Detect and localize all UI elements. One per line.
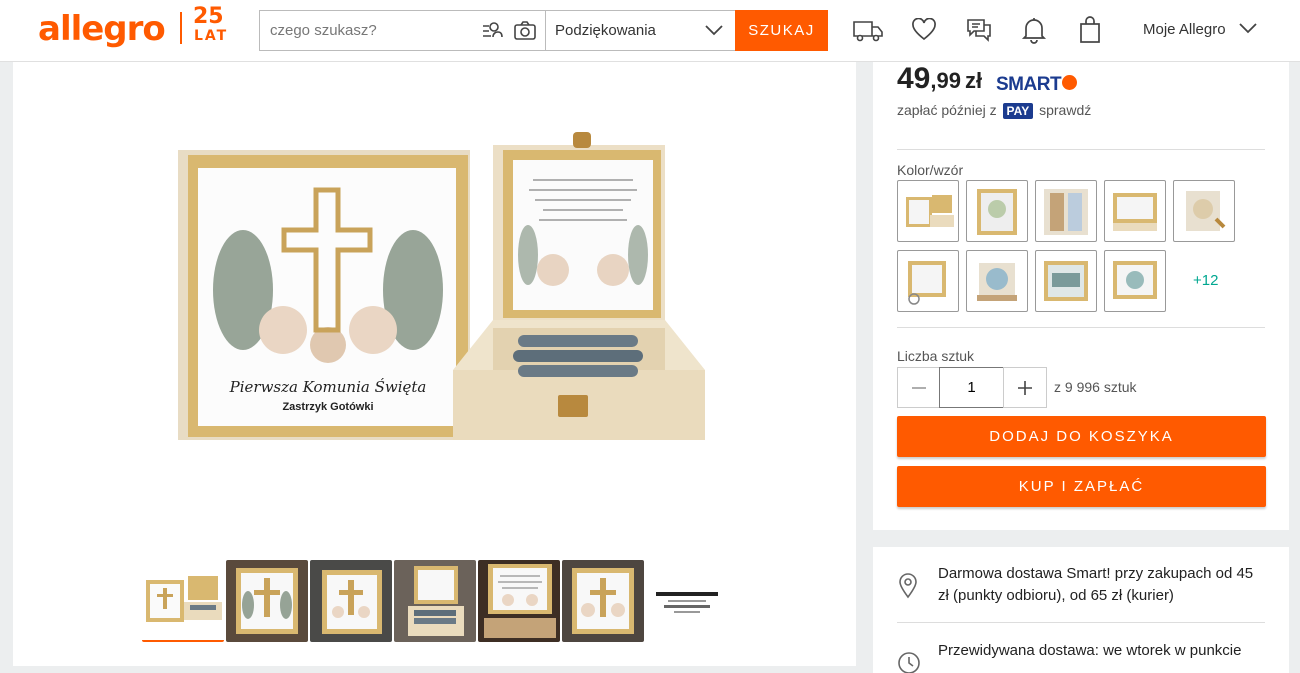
shopping-bag-icon[interactable] <box>1074 14 1106 46</box>
category-selected-label: Podziękowania <box>555 22 656 39</box>
search-history-icon[interactable] <box>480 19 504 43</box>
camera-icon[interactable] <box>512 19 538 43</box>
divider <box>897 327 1265 328</box>
messages-icon[interactable] <box>963 14 995 46</box>
variant-option-9[interactable] <box>1104 250 1166 312</box>
thumbnail-7[interactable] <box>646 560 728 642</box>
variant-option-2[interactable] <box>966 180 1028 242</box>
top-header: allegro 25 LAT Podziękowania SZUKAJ Moje… <box>0 0 1300 62</box>
chevron-down-icon[interactable] <box>1238 21 1258 40</box>
category-select[interactable]: Podziękowania <box>545 10 736 51</box>
clock-icon <box>897 651 921 673</box>
variant-option-8[interactable] <box>1035 250 1097 312</box>
pay-later-info: zapłać później z PAY sprawdź <box>897 102 1091 119</box>
box-front-subtitle: Zastrzyk Gotówki <box>282 401 373 413</box>
add-to-cart-button[interactable]: DODAJ DO KOSZYKA <box>897 416 1266 457</box>
quantity-increase-button[interactable] <box>1003 367 1047 408</box>
quantity-decrease-button[interactable] <box>897 367 940 408</box>
quantity-label: Liczba sztuk <box>897 348 975 364</box>
price-main: 49 <box>897 62 931 95</box>
logo-anniversary-text: LAT <box>194 28 229 44</box>
search-input[interactable] <box>260 11 480 50</box>
variant-option-5[interactable] <box>1173 180 1235 242</box>
buy-now-button[interactable]: KUP I ZAPŁAĆ <box>897 466 1266 507</box>
thumbnail-4[interactable] <box>394 560 476 642</box>
more-variants-link[interactable]: +12 <box>1193 272 1218 289</box>
quantity-input[interactable] <box>939 367 1004 408</box>
free-delivery-text: Darmowa dostawa Smart! przy zakupach od … <box>938 565 1254 604</box>
divider <box>897 149 1265 150</box>
product-gallery: Pierwsza Komunia Święta Zastrzyk Gotówki <box>13 62 856 666</box>
divider <box>897 622 1265 623</box>
variant-option-6[interactable] <box>897 250 959 312</box>
thumbnail-6[interactable] <box>562 560 644 642</box>
variant-option-1[interactable] <box>897 180 959 242</box>
price-decimal: ,99 <box>930 68 961 93</box>
buy-box: 49,99 zł SMART zapłać później z PAY spraw… <box>873 62 1289 530</box>
thumbnail-5[interactable] <box>478 560 560 642</box>
pay-badge: PAY <box>1002 103 1034 119</box>
pay-later-check-link[interactable]: sprawdź <box>1039 102 1091 118</box>
smart-logo-icon <box>1062 75 1078 91</box>
bell-icon[interactable] <box>1018 14 1050 46</box>
thumbnail-3[interactable] <box>310 560 392 642</box>
chevron-down-icon <box>704 23 724 42</box>
search-box <box>259 10 547 51</box>
location-pin-icon <box>897 573 919 604</box>
variant-label: Kolor/wzór <box>897 162 964 178</box>
search-button[interactable]: SZUKAJ <box>735 10 828 51</box>
logo-separator <box>180 12 182 44</box>
box-front-title: Pierwsza Komunia Święta <box>229 378 427 396</box>
logo-anniversary-number: 25 <box>193 4 224 29</box>
variant-option-3[interactable] <box>1035 180 1097 242</box>
thumbnail-1[interactable] <box>142 560 224 642</box>
smart-label: SMART <box>996 74 1062 95</box>
delivery-info: Darmowa dostawa Smart! przy zakupach od … <box>873 547 1289 673</box>
heart-icon[interactable] <box>908 14 940 46</box>
quantity-available: z 9 996 sztuk <box>1054 379 1137 395</box>
smart-badge[interactable]: SMART <box>996 74 1078 96</box>
variant-option-7[interactable] <box>966 250 1028 312</box>
my-allegro-link[interactable]: Moje Allegro <box>1143 21 1226 38</box>
allegro-logo[interactable]: allegro <box>38 9 166 49</box>
product-main-image[interactable]: Pierwsza Komunia Święta Zastrzyk Gotówki <box>173 120 708 530</box>
price-currency: zł <box>964 68 983 93</box>
price: 49,99 zł <box>897 62 982 96</box>
expected-delivery-text: Przewidywana dostawa: we wtorek w punkci… <box>938 642 1242 659</box>
delivery-truck-icon[interactable] <box>852 14 884 46</box>
pay-later-prefix: zapłać później z <box>897 102 997 118</box>
variant-option-4[interactable] <box>1104 180 1166 242</box>
thumbnail-2[interactable] <box>226 560 308 642</box>
